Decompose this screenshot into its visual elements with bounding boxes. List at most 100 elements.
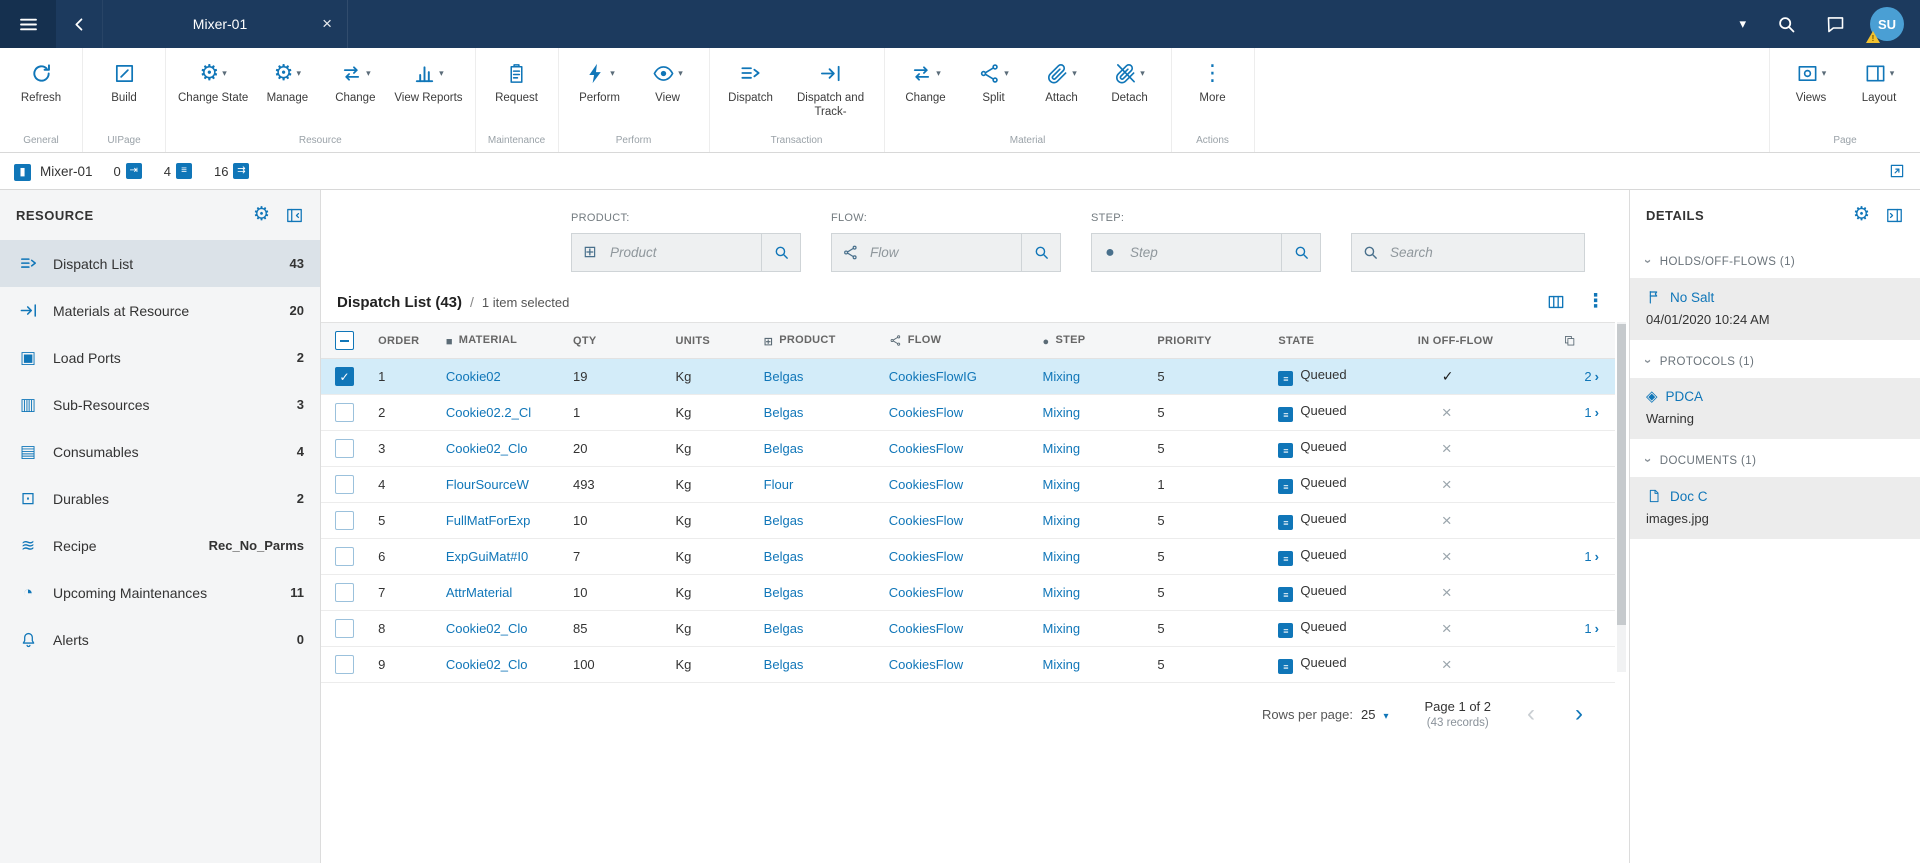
select-all-checkbox[interactable]: [335, 331, 354, 350]
sidebar-item-load-ports[interactable]: ▣ Load Ports 2: [0, 334, 320, 381]
toolbar-button-dispatch[interactable]: Dispatch: [717, 58, 785, 108]
material-link[interactable]: ExpGuiMat#I0: [446, 549, 528, 564]
menu-button[interactable]: [0, 0, 56, 48]
toolbar-button-split[interactable]: ▾ Split: [960, 58, 1028, 108]
rows-per-page[interactable]: Rows per page: 25 ▾: [1262, 707, 1389, 722]
step-link[interactable]: Mixing: [1043, 657, 1081, 672]
sidebar-item-sub-resources[interactable]: ▥ Sub-Resources 3: [0, 381, 320, 428]
search-input[interactable]: [1388, 244, 1584, 261]
row-checkbox[interactable]: [335, 439, 354, 458]
product-link[interactable]: Belgas: [764, 621, 804, 636]
toolbar-button-change[interactable]: ▾ Change: [321, 58, 389, 108]
toolbar-button-views[interactable]: ▾ Views: [1777, 58, 1845, 108]
links-count-link[interactable]: 1: [1584, 405, 1591, 420]
flow-link[interactable]: CookiesFlow: [889, 477, 963, 492]
material-link[interactable]: Cookie02.2_Cl: [446, 405, 531, 420]
table-row-9[interactable]: 9 Cookie02_Clo 100 Kg Belgas CookiesFlow Mixin…: [321, 646, 1615, 683]
material-link[interactable]: FullMatForExp: [446, 513, 531, 528]
product-search-button[interactable]: [761, 234, 800, 271]
material-link[interactable]: Cookie02_Clo: [446, 657, 528, 672]
row-checkbox[interactable]: [335, 403, 354, 422]
toolbar-button-change-state[interactable]: ⚙ ▾ Change State: [173, 58, 253, 108]
chat-icon[interactable]: [1825, 14, 1846, 35]
global-search-icon[interactable]: [1776, 14, 1797, 35]
sidebar-item-alerts[interactable]: Alerts 0: [0, 616, 320, 663]
table-row-6[interactable]: 6 ExpGuiMat#I0 7 Kg Belgas CookiesFlow Mixing 5…: [321, 538, 1615, 575]
product-link[interactable]: Belgas: [764, 441, 804, 456]
product-filter-input[interactable]: ⊞: [571, 233, 801, 272]
toolbar-button-view-reports[interactable]: ▾ View Reports: [389, 58, 467, 108]
product-link[interactable]: Belgas: [764, 513, 804, 528]
scrollbar-thumb[interactable]: [1617, 324, 1626, 625]
flow-link[interactable]: CookiesFlow: [889, 405, 963, 420]
flow-link[interactable]: CookiesFlow: [889, 441, 963, 456]
sidebar-item-consumables[interactable]: ▤ Consumables 4: [0, 428, 320, 475]
column-header-qty[interactable]: QTY: [562, 322, 666, 359]
links-count-link[interactable]: 1: [1584, 621, 1591, 636]
flow-search-button[interactable]: [1021, 234, 1060, 271]
table-row-7[interactable]: 7 AttrMaterial 10 Kg Belgas CookiesFlow Mixing…: [321, 574, 1615, 611]
tab-mixer-01[interactable]: Mixer-01 ×: [102, 0, 348, 48]
rows-per-page-caret-icon[interactable]: ▾: [1383, 707, 1388, 722]
material-link[interactable]: Cookie02_Clo: [446, 621, 528, 636]
step-link[interactable]: Mixing: [1043, 513, 1081, 528]
material-link[interactable]: Cookie02_Clo: [446, 441, 528, 456]
material-link[interactable]: AttrMaterial: [446, 585, 512, 600]
sidebar-item-upcoming-maintenances[interactable]: ◔ Upcoming Maintenances 11: [0, 569, 320, 616]
product-link[interactable]: Belgas: [764, 549, 804, 564]
links-count-link[interactable]: 2: [1584, 369, 1591, 384]
row-checkbox[interactable]: [335, 619, 354, 638]
column-header-order[interactable]: ORDER: [368, 322, 436, 359]
sidebar-item-durables[interactable]: ⊡ Durables 2: [0, 475, 320, 522]
next-page-button[interactable]: ›: [1575, 702, 1583, 726]
flow-filter-input[interactable]: [831, 233, 1061, 272]
toolbar-button-layout[interactable]: ▾ Layout: [1845, 58, 1913, 108]
row-checkbox[interactable]: [335, 367, 354, 386]
pdca-link[interactable]: ◈ PDCA: [1646, 389, 1904, 404]
column-header-copy[interactable]: [1553, 322, 1615, 359]
column-header-priority[interactable]: PRIORITY: [1147, 322, 1269, 359]
column-settings-icon[interactable]: [1546, 292, 1566, 312]
product-link[interactable]: Belgas: [764, 585, 804, 600]
section-header-holds-off-flows-1[interactable]: › HOLDS/OFF-FLOWS (1): [1630, 240, 1920, 278]
table-row-8[interactable]: 8 Cookie02_Clo 85 Kg Belgas CookiesFlow Mixing…: [321, 610, 1615, 647]
step-link[interactable]: Mixing: [1043, 621, 1081, 636]
product-link[interactable]: Belgas: [764, 657, 804, 672]
table-scrollbar[interactable]: [1617, 322, 1626, 672]
material-link[interactable]: FlourSourceW: [446, 477, 529, 492]
step-link[interactable]: Mixing: [1043, 585, 1081, 600]
flow-link[interactable]: CookiesFlow: [889, 549, 963, 564]
step-search-button[interactable]: [1281, 234, 1320, 271]
more-options-icon[interactable]: ⋮: [1586, 292, 1605, 312]
sidebar-item-recipe[interactable]: ≋ Recipe Rec_No_Parms: [0, 522, 320, 569]
material-link[interactable]: Cookie02: [446, 369, 501, 384]
product-link[interactable]: Belgas: [764, 405, 804, 420]
toolbar-button-request[interactable]: Request: [483, 58, 551, 108]
toolbar-button-change[interactable]: ▾ Change: [892, 58, 960, 108]
row-checkbox[interactable]: [335, 511, 354, 530]
column-header-flow[interactable]: FLOW: [878, 322, 1033, 359]
step-filter-input[interactable]: ●: [1091, 233, 1321, 272]
row-checkbox[interactable]: [335, 475, 354, 494]
row-checkbox[interactable]: [335, 655, 354, 674]
flow-input[interactable]: [868, 244, 1021, 261]
row-checkbox[interactable]: [335, 583, 354, 602]
product-input[interactable]: [608, 244, 761, 261]
column-header-state[interactable]: STATE: [1268, 322, 1408, 359]
table-row-3[interactable]: 3 Cookie02_Clo 20 Kg Belgas CookiesFlow Mixing…: [321, 430, 1615, 467]
step-link[interactable]: Mixing: [1043, 477, 1081, 492]
toolbar-button-attach[interactable]: ▾ Attach: [1028, 58, 1096, 108]
toolbar-button-build[interactable]: Build: [90, 58, 158, 108]
search-filter-input[interactable]: [1351, 233, 1585, 272]
sidebar-settings-icon[interactable]: ⚙: [253, 205, 270, 225]
step-link[interactable]: Mixing: [1043, 405, 1081, 420]
toolbar-button-dispatch-and-track[interactable]: Dispatch and Track-: [785, 58, 877, 122]
table-row-4[interactable]: 4 FlourSourceW 493 Kg Flour CookiesFlow Mixing…: [321, 466, 1615, 503]
links-count-link[interactable]: 1: [1584, 549, 1591, 564]
column-header-step[interactable]: ● STEP: [1032, 322, 1148, 359]
table-row-5[interactable]: 5 FullMatForExp 10 Kg Belgas CookiesFlow Mixin…: [321, 502, 1615, 539]
back-button[interactable]: [56, 0, 102, 48]
expand-panel-icon[interactable]: [1885, 206, 1904, 225]
flow-link[interactable]: CookiesFlow: [889, 657, 963, 672]
section-header-protocols-1[interactable]: › PROTOCOLS (1): [1630, 340, 1920, 378]
